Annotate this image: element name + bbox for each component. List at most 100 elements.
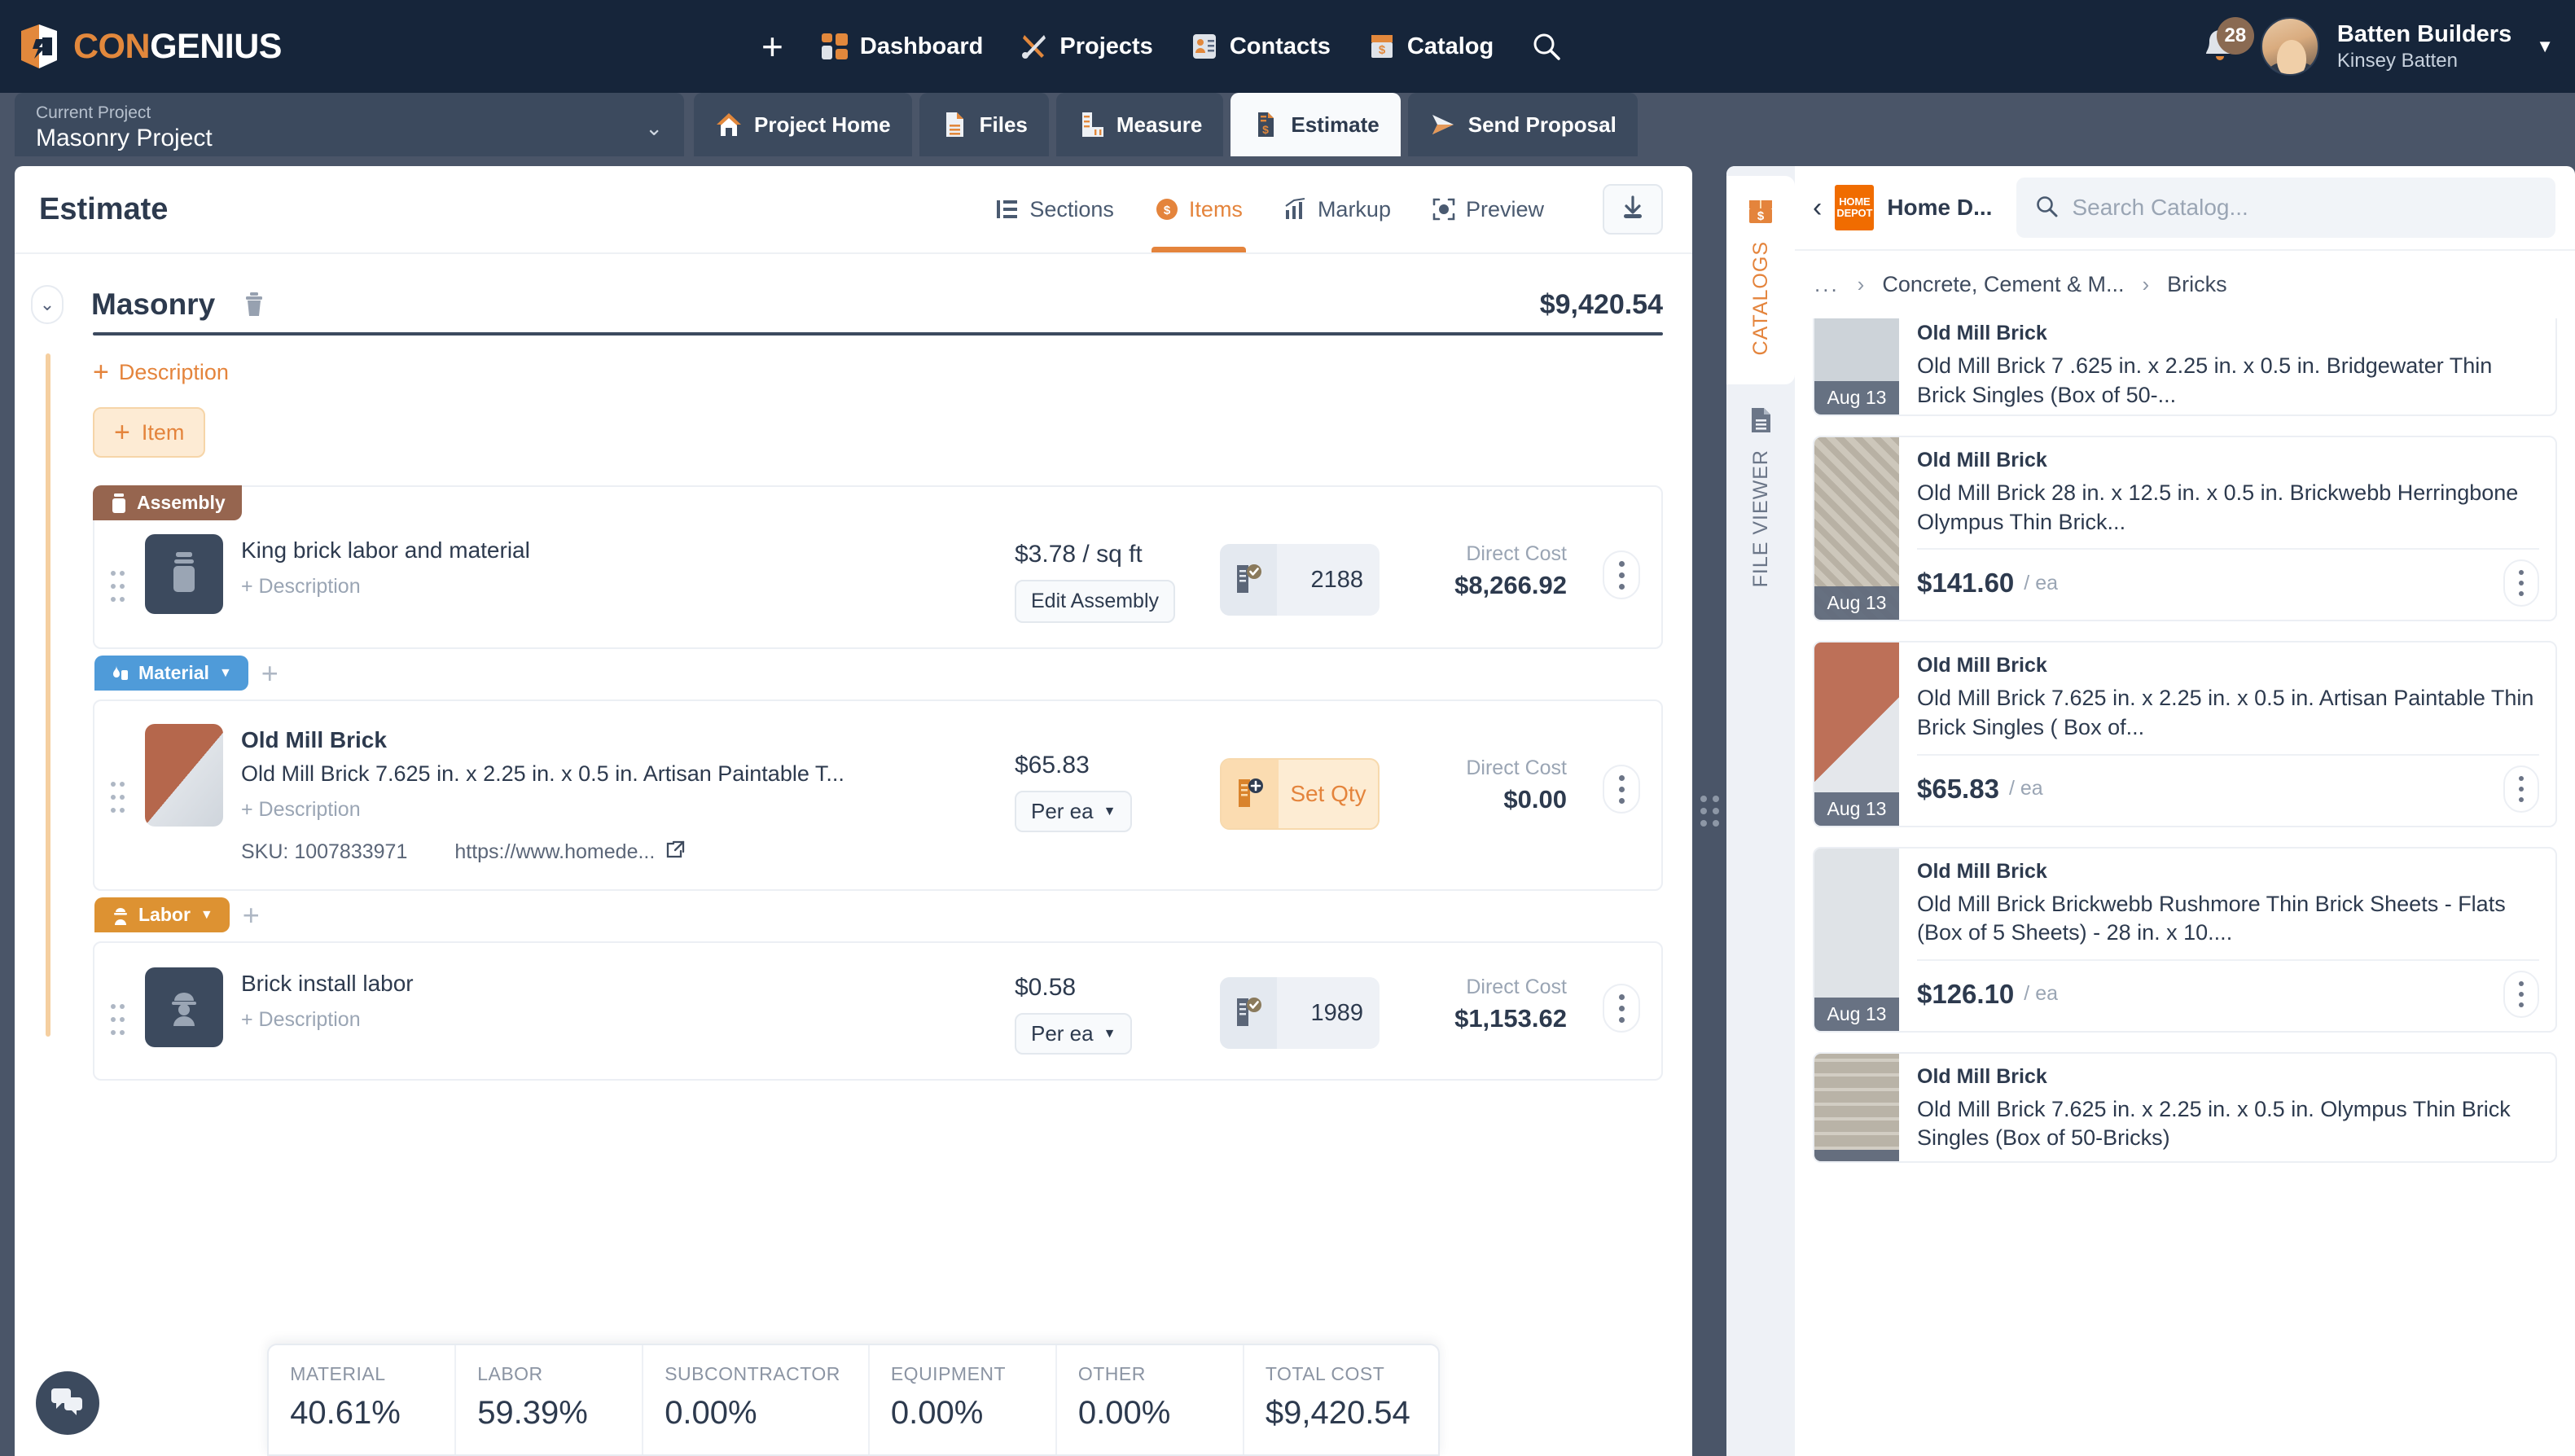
panel-resize-handle[interactable] (1692, 166, 1726, 1456)
catalog-item-menu-button[interactable] (2503, 970, 2539, 1018)
group-chip-assembly[interactable]: Assembly (93, 485, 242, 520)
tab-measure[interactable]: Measure (1055, 93, 1224, 156)
item-add-description[interactable]: + Description (241, 798, 997, 822)
tab-estimate[interactable]: $ Estimate (1230, 93, 1401, 156)
catalog-item-description: Old Mill Brick 7.625 in. x 2.25 in. x 0.… (1917, 686, 2534, 739)
catalog-box-icon: $ (1746, 197, 1775, 226)
avatar[interactable] (2260, 17, 2319, 76)
totals-bar: MATERIAL 40.61% LABOR 59.39% SUBCONTRACT… (267, 1344, 1440, 1456)
catalog-header: ‹ HOME DEPOT Home D... Search Catalog... (1795, 166, 2575, 251)
sku-label: SKU: 1007833971 (241, 840, 408, 863)
total-label: OTHER (1077, 1363, 1146, 1384)
catalog-item-card[interactable]: Aug 13 Old Mill Brick Old Mill Brick 7.6… (1813, 641, 2557, 827)
nav-item-dashboard[interactable]: Dashboard (821, 33, 983, 60)
unit-select[interactable]: Per ea ▼ (1015, 1013, 1133, 1055)
breadcrumb: ... › Concrete, Cement & M... › Bricks (1795, 251, 2575, 318)
catalog-item-thumbnail: Aug 13 (1814, 642, 1899, 826)
item-menu-button[interactable] (1603, 550, 1640, 599)
tab-preview[interactable]: Preview (1432, 166, 1544, 252)
search-icon[interactable] (1531, 31, 1562, 62)
project-selector[interactable]: Current Project Masonry Project ⌄ (15, 93, 684, 156)
breadcrumb-item-current[interactable]: Bricks (2167, 272, 2227, 297)
plus-icon: + (93, 357, 109, 388)
breadcrumb-item-category[interactable]: Concrete, Cement & M... (1882, 272, 2124, 297)
item-add-description[interactable]: + Description (241, 1008, 997, 1032)
group-chip-float-material: Material ▼ + (94, 656, 279, 691)
search-catalog-input[interactable]: Search Catalog... (2016, 178, 2555, 238)
item-card-assembly: Assembly King brick labor and material +… (93, 485, 1663, 649)
nav-item-catalog[interactable]: $ Catalog (1368, 33, 1494, 60)
totals-bar-wrap: MATERIAL 40.61% LABOR 59.39% SUBCONTRACT… (15, 1344, 1692, 1456)
rail-item-file-viewer[interactable]: FILE VIEWER (1726, 384, 1795, 616)
catalog-item-card[interactable]: Aug 13 Old Mill Brick Old Mill Brick Bri… (1813, 846, 2557, 1033)
download-button[interactable] (1603, 184, 1663, 235)
tab-sections[interactable]: Sections (995, 166, 1114, 252)
add-labor-button[interactable]: + (243, 900, 260, 930)
user-info[interactable]: Batten Builders Kinsey Batten (2337, 20, 2511, 73)
section-collapse-toggle[interactable]: ⌄ (31, 285, 64, 324)
catalog-item-menu-button[interactable] (2503, 765, 2539, 813)
app-logo[interactable]: CONGENIUS (0, 23, 282, 70)
item-info-labor: Brick install labor + Description (241, 967, 997, 1032)
item-menu-button[interactable] (1603, 984, 1640, 1033)
item-row-labor: Brick install labor + Description $0.58 … (94, 943, 1661, 1079)
set-quantity-button[interactable]: Set Qty (1220, 758, 1380, 830)
add-item-button[interactable]: + Item (93, 407, 206, 458)
chat-button[interactable] (36, 1371, 99, 1435)
main-nav-items: + Dashboard Projects Contacts $ Catalog (761, 0, 1562, 93)
send-icon (1429, 111, 1457, 138)
chevron-down-icon[interactable]: ▼ (2536, 36, 2554, 57)
edit-assembly-button[interactable]: Edit Assembly (1015, 580, 1176, 623)
total-value: $9,420.54 (1265, 1395, 1410, 1431)
quantity-field-labor[interactable]: 1989 (1220, 977, 1380, 1049)
unit-select-value: Per ea (1031, 1021, 1094, 1046)
current-project-name: Masonry Project (36, 125, 213, 151)
tab-items[interactable]: $ Items (1151, 166, 1246, 252)
item-menu-button[interactable] (1603, 765, 1640, 814)
add-new-button[interactable]: + (761, 28, 783, 65)
add-description-button[interactable]: + Description (93, 358, 1663, 386)
catalog-item-body: Old Mill Brick Old Mill Brick 7.625 in. … (1899, 642, 2555, 825)
catalog-item-card[interactable]: Old Mill Brick Old Mill Brick 7.625 in. … (1813, 1051, 2557, 1163)
group-chip-material[interactable]: Material ▼ (94, 656, 248, 691)
tab-send-proposal[interactable]: Send Proposal (1407, 93, 1638, 156)
breadcrumb-overflow[interactable]: ... (1814, 272, 1840, 297)
nav-item-contacts[interactable]: Contacts (1191, 33, 1331, 60)
catalog-source-name[interactable]: Home D... (1887, 195, 1992, 221)
catalog-item-card[interactable]: Aug 13 Old Mill Brick Old Mill Brick 7 .… (1813, 318, 2557, 416)
external-link-icon (666, 840, 686, 865)
drag-handle[interactable] (109, 567, 127, 611)
tab-files[interactable]: Files (919, 93, 1049, 156)
add-material-button[interactable]: + (261, 658, 279, 688)
file-doc-icon (1746, 406, 1775, 435)
tab-project-home[interactable]: Project Home (694, 93, 912, 156)
item-thumbnail-material (145, 724, 223, 827)
notifications-button[interactable]: 28 (2197, 17, 2254, 69)
catalog-item-menu-button[interactable] (2503, 559, 2539, 607)
chevron-down-icon: ▼ (1103, 1026, 1116, 1041)
item-product-link[interactable]: https://www.homede... (454, 840, 686, 865)
unit-select[interactable]: Per ea ▼ (1015, 791, 1133, 832)
drag-handle[interactable] (109, 1000, 127, 1044)
rail-item-catalogs[interactable]: $ CATALOGS (1726, 176, 1795, 385)
trash-icon[interactable] (243, 292, 265, 318)
nav-item-projects[interactable]: Projects (1020, 33, 1153, 60)
group-chip-label-labor: Labor (138, 904, 191, 925)
group-chip-label-material: Material (138, 662, 209, 683)
catalog-item-date (1814, 1150, 1899, 1161)
catalog-item-unit: / ea (2024, 982, 2058, 1006)
page-title: Estimate (39, 191, 169, 226)
drag-handle[interactable] (109, 778, 127, 822)
item-thumbnail-assembly (145, 534, 223, 614)
catalog-item-card[interactable]: Aug 13 Old Mill Brick Old Mill Brick 28 … (1813, 436, 2557, 622)
item-name: Brick install labor (241, 971, 414, 996)
total-cell-other: OTHER 0.00% (1057, 1345, 1244, 1454)
tab-markup[interactable]: Markup (1283, 166, 1391, 252)
group-chip-labor[interactable]: Labor ▼ (94, 897, 230, 932)
catalog-item-list[interactable]: Aug 13 Old Mill Brick Old Mill Brick 7 .… (1795, 318, 2575, 1456)
quantity-field-assembly[interactable]: 2188 (1220, 544, 1380, 616)
item-add-description[interactable]: + Description (241, 575, 997, 599)
item-cost-column-assembly: Direct Cost $8,266.92 (1397, 534, 1567, 600)
total-cell-material: MATERIAL 40.61% (269, 1345, 457, 1454)
chevron-left-icon[interactable]: ‹ (1813, 192, 1822, 224)
